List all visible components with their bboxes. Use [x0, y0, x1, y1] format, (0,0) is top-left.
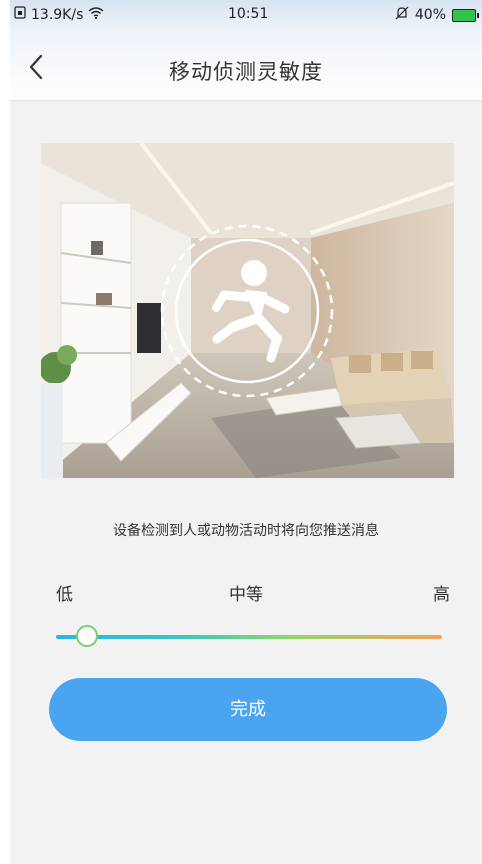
battery-icon — [452, 8, 479, 22]
status-left: 13.9K/s — [14, 6, 104, 23]
wifi-icon — [88, 6, 104, 23]
alarm-off-icon — [395, 6, 409, 24]
status-time: 10:51 — [228, 6, 269, 22]
detection-description: 设备检测到人或动物活动时将向您推送消息 — [113, 523, 379, 539]
sensitivity-mid-label: 中等 — [229, 585, 263, 605]
nav-bar: 移动侦测灵敏度 — [10, 30, 482, 101]
room-preview-image — [41, 143, 454, 478]
sensitivity-slider[interactable] — [56, 625, 442, 649]
slider-track[interactable] — [56, 635, 442, 639]
sensitivity-high-label: 高 — [433, 585, 450, 605]
status-right: 40% — [395, 6, 479, 24]
slider-thumb[interactable] — [75, 625, 98, 647]
screen: 13.9K/s 10:51 40% 移动侦测灵敏度 设备检测到人或动物活动时将向… — [10, 0, 482, 864]
network-speed: 13.9K/s — [31, 6, 84, 23]
sim-icon — [14, 6, 26, 23]
battery-percent: 40% — [414, 7, 446, 23]
done-button[interactable]: 完成 — [49, 678, 447, 741]
status-bar: 13.9K/s 10:51 40% — [10, 0, 482, 30]
page-title: 移动侦测灵敏度 — [169, 60, 323, 84]
